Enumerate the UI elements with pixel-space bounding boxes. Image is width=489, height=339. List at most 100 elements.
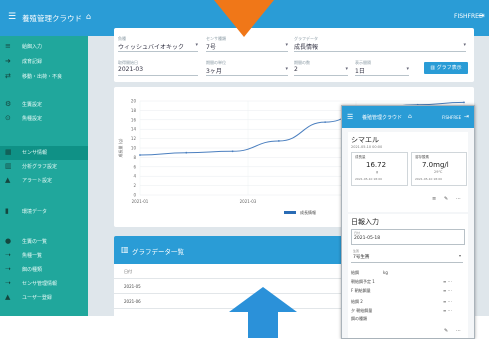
logout-icon[interactable]: ⇥: [464, 113, 469, 120]
sidebar-item-cage-list[interactable]: ● 生簀の一覧: [0, 235, 88, 249]
field-value: 成長情報: [294, 44, 319, 51]
daily-report-card: 日報入力 日付 2021-05-18 生簀 7号生簀 ▾ 給餌 kg 朝給餌予定…: [348, 214, 468, 338]
home-icon[interactable]: ⌂: [408, 113, 412, 120]
data-point: [277, 140, 280, 142]
sidebar-item-label: 移動・出荷・不良: [22, 74, 63, 80]
status-date: 2021.05.10 00:00: [351, 145, 383, 149]
chevron-down-icon: ▾: [285, 66, 288, 72]
y-tick-label: 6: [133, 164, 136, 169]
blue-arrow-up-icon: [229, 287, 297, 312]
environment-icon: ▮: [5, 207, 9, 215]
sidebar-item-species-settings[interactable]: ⊙ 魚種設定: [0, 112, 88, 126]
field-value: 7号生簀: [353, 255, 370, 260]
y-tick-label: 10: [131, 146, 137, 151]
report-date-input[interactable]: 日付 2021-05-18: [351, 229, 465, 245]
table-cell-date: 2021-06: [124, 299, 141, 304]
sidebar-item-label: アラート設定: [22, 178, 53, 184]
interval-select[interactable]: 表示間隔 1日 ▾: [355, 60, 409, 76]
sidebar-item-sensor[interactable]: ▦ センサ情報: [0, 146, 88, 160]
row-label: 餌の種類: [351, 316, 367, 321]
oxygen-stat: 溶存酸素 7.0mg/l 29℃ 2021-05-10 18:00: [411, 152, 467, 186]
y-tick-label: 18: [131, 108, 137, 113]
more-icon[interactable]: ⋯: [456, 196, 461, 202]
field-label: 日付: [354, 231, 361, 235]
mobile-user-name: FISHFREE: [442, 115, 462, 120]
menu-icon[interactable]: ☰: [8, 12, 16, 22]
sidebar-item-species-list[interactable]: ➝ 魚種一覧: [0, 249, 88, 263]
sidebar-item-environment[interactable]: ▮ 環境データ: [0, 205, 88, 219]
list-icon[interactable]: ≡: [432, 196, 436, 202]
row-unit: kg: [383, 270, 388, 275]
sidebar-item-feed-types[interactable]: ➝ 餌の種類: [0, 263, 88, 277]
edit-icon[interactable]: ✎: [444, 328, 448, 334]
sidebar-item-sensor-list[interactable]: ➝ センサ管理情報: [0, 277, 88, 291]
report-row[interactable]: 給餌 2 ≡ ⋯: [351, 298, 463, 306]
legend-label: 成長情報: [300, 209, 316, 215]
field-underline: [118, 75, 198, 76]
pen-icon: ●: [5, 237, 12, 245]
y-tick-label: 14: [131, 127, 137, 132]
stat-timestamp: 2021-05-10 18:00: [355, 177, 383, 181]
species-select[interactable]: 魚種 ウィッシュバイオキック ▾: [118, 36, 198, 52]
settings-icon: ⊙: [5, 114, 11, 122]
period-count-select[interactable]: 期間の数 2 ▾: [294, 60, 348, 76]
sidebar-item-growth[interactable]: ➜ 成育記録: [0, 55, 88, 69]
sidebar-item-label: ユーザー登録: [22, 295, 52, 301]
sidebar-item-cage-settings[interactable]: ⚙ 生簀設定: [0, 98, 88, 112]
sidebar-item-label: 餌の種類: [22, 267, 43, 273]
legend-swatch: [284, 211, 296, 214]
sidebar-item-chart-settings[interactable]: ▥ 分析グラフ設定: [0, 160, 88, 174]
stat-timestamp: 2021-05-10 18:00: [415, 177, 443, 181]
sidebar-item-label: 魚種一覧: [22, 253, 43, 259]
field-underline: [206, 51, 288, 52]
mobile-view: ☰ 養殖管理クラウド ⌂ FISHFREE ⇥ シマエル 2021.05.10 …: [341, 105, 475, 339]
y-tick-label: 20: [131, 99, 137, 104]
stat-unit: 29℃: [434, 170, 443, 174]
field-value: 1日: [355, 68, 365, 75]
sensor-list-icon: ➝: [5, 279, 11, 287]
period-unit-select[interactable]: 期間の単位 3ヶ月 ▾: [206, 60, 288, 76]
report-row[interactable]: 朝給餌予定 1 ≡ ⋯: [351, 278, 463, 286]
menu-icon[interactable]: ☰: [347, 113, 353, 121]
y-axis-label: 成長量 (g): [117, 138, 123, 157]
start-date-input[interactable]: 取得開始日 2021-03: [118, 60, 198, 76]
stat-value: 7.0mg/l: [422, 161, 449, 169]
alert-icon: ▲: [5, 176, 11, 184]
chevron-down-icon: ▾: [458, 253, 461, 258]
data-point: [463, 101, 465, 104]
field-underline: [355, 75, 409, 76]
more-icon[interactable]: ⋯: [456, 328, 461, 334]
report-row[interactable]: F 朝給餌量 ≡ ⋯: [351, 287, 463, 295]
data-point: [185, 151, 188, 154]
y-tick-label: 16: [131, 117, 137, 122]
field-value: 3ヶ月: [206, 68, 222, 75]
cage-select[interactable]: 生簀 7号生簀 ▾: [351, 248, 463, 263]
list-icon[interactable]: ≡ ⋯: [443, 299, 452, 304]
report-row[interactable]: 夕 朝給餌量 ≡ ⋯: [351, 307, 463, 315]
report-row: 給餌 kg: [351, 269, 463, 277]
list-icon[interactable]: ≡ ⋯: [443, 308, 452, 313]
sensor-type-select[interactable]: センサ種類 7号 ▾: [206, 36, 288, 52]
graph-data-select[interactable]: グラフデータ 成長情報 ▾: [294, 36, 466, 52]
home-icon[interactable]: ⌂: [86, 12, 91, 21]
list-icon[interactable]: ≡ ⋯: [443, 279, 452, 284]
y-tick-label: 2: [133, 183, 136, 188]
orange-arrow-down-icon: [214, 0, 274, 37]
sidebar-item-user[interactable]: ▲ ユーザー登録: [0, 291, 88, 305]
sidebar-item-transfer[interactable]: ⇄ 移動・出荷・不良: [0, 70, 88, 84]
chevron-down-icon: ▾: [406, 66, 409, 72]
chart-icon: ▥: [121, 245, 129, 254]
show-graph-button[interactable]: ▥ グラフ表示: [424, 62, 468, 74]
list-icon[interactable]: ≡ ⋯: [443, 288, 452, 293]
sidebar-item-alert[interactable]: ▲ アラート設定: [0, 174, 88, 188]
sidebar-item-feeding[interactable]: ≡ 給餌入力: [0, 40, 88, 54]
data-point: [139, 154, 141, 156]
logout-icon[interactable]: ⇥: [478, 11, 485, 20]
growth-stat: 成長量 16.72 g 2021-05-10 18:00: [351, 152, 408, 186]
field-underline: [118, 51, 198, 52]
field-underline: [294, 75, 348, 76]
stat-label: 溶存酸素: [415, 155, 429, 159]
edit-icon[interactable]: ✎: [444, 196, 448, 202]
sidebar-item-label: 環境データ: [22, 209, 48, 215]
stat-label: 成長量: [355, 155, 366, 159]
